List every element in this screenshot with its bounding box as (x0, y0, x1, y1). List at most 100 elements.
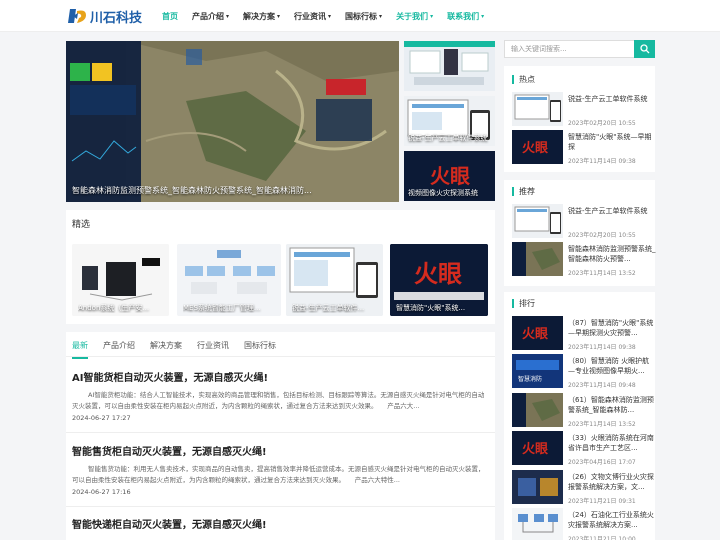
search-placeholder: 输入关键词搜索... (511, 45, 567, 53)
hero-thumb-2[interactable]: 锐益-生产云工单软件系统 (404, 96, 495, 146)
article-excerpt: AI智能货柜功能：结合人工智能技术，实现高效的商品管理和销售，包括目标检测、目标… (72, 391, 485, 410)
card-caption: Andon系统（生产安... (78, 304, 150, 312)
item-date: 2023年02月20日 10:55 (568, 120, 636, 127)
sidebar-list-item[interactable]: 火眼 智慧消防"火眼"系统—早期探 2023年11月14日 09:38 (512, 130, 656, 165)
item-date: 2023年11月14日 09:48 (568, 382, 636, 389)
tabs-divider (66, 356, 495, 357)
chevron-down-icon: ▾ (481, 12, 485, 20)
item-title[interactable]: 智慧消防"火眼"系统—早期探 (568, 132, 656, 152)
item-thumbnail: 火眼 (512, 431, 563, 465)
hero-thumb-1[interactable] (404, 41, 495, 91)
item-date: 2023年11月14日 13:52 (568, 270, 636, 277)
item-thumbnail (512, 508, 563, 540)
card-caption: 智慧消防"火眼"系统... (396, 304, 466, 312)
search-button[interactable] (634, 40, 655, 58)
nav-item[interactable]: 联系我们 ▾ (447, 11, 484, 22)
svg-text:火眼: 火眼 (414, 260, 462, 288)
main-nav: 首页 产品介绍 ▾ 解决方案 ▾ 行业资讯 ▾ 国标行标 ▾ 关于我们 ▾ 联系我们 ▾ (162, 0, 498, 32)
item-thumbnail (512, 204, 563, 238)
hero-caption: 智能森林消防监测预警系统_智能森林防火预警系统_智能森林消防... (72, 186, 312, 195)
hero-map-image (66, 41, 399, 202)
card-caption: 锐益-生产云工单软件... (292, 304, 365, 312)
item-date: 2023年04月16日 17:07 (568, 459, 636, 466)
sidebar-list-item[interactable]: （24）石油化工行业系统火灾报警系统解决方案... 2023年11月21日 10:… (512, 508, 655, 540)
sidebar-list-item[interactable]: 锐益-生产云工单软件系统 2023年02月20日 10:55 (512, 204, 656, 239)
site-header: 川石科技 首页 产品介绍 ▾ 解决方案 ▾ 行业资讯 ▾ 国标行标 ▾ 关于我们 ▾ 联系我们 ▾ (0, 0, 720, 32)
chevron-down-icon: ▾ (430, 12, 434, 20)
svg-text:火眼: 火眼 (522, 442, 549, 457)
item-thumbnail: 火眼 (512, 316, 563, 350)
logo[interactable]: 川石科技 (68, 6, 142, 26)
item-thumbnail: 火眼 (512, 130, 563, 164)
sidebar-list-item[interactable]: 火眼 （87）智慧消防"火眼"系统—早期探测火灾预警... 2023年11月14日 … (512, 316, 656, 351)
ranking-heading: 排行 (512, 298, 535, 309)
articles-panel (66, 332, 495, 540)
item-date: 2023年11月14日 09:38 (568, 344, 636, 351)
article-item-1[interactable]: AI智能货柜自动灭火装置，无源自感灭火绳! AI智能货柜功能：结合人工智能技术，… (72, 369, 488, 422)
chevron-down-icon: ▾ (379, 12, 383, 20)
item-title[interactable]: 锐益-生产云工单软件系统 (568, 94, 656, 104)
article-divider (66, 506, 495, 507)
logo-text: 川石科技 (90, 10, 143, 26)
search-input[interactable]: 输入关键词搜索... (504, 40, 655, 58)
svg-text:智慧消防: 智慧消防 (518, 375, 542, 383)
chevron-down-icon: ▾ (226, 12, 230, 20)
featured-card-1[interactable]: Andon系统（生产安... (72, 244, 169, 316)
thumb-image (404, 41, 495, 91)
item-title[interactable]: （24）石油化工行业系统火灾报警系统解决方案... (568, 510, 656, 530)
chevron-down-icon: ▾ (277, 12, 281, 20)
item-title[interactable]: （61）智能森林消防监测预警系统_智能森林防... (568, 395, 656, 415)
recommend-heading: 推荐 (512, 186, 535, 197)
hot-heading: 热点 (512, 74, 535, 85)
nav-item[interactable]: 关于我们 ▾ (396, 11, 433, 22)
item-date: 2023年11月14日 13:52 (568, 421, 636, 428)
item-date: 2023年11月14日 09:38 (568, 158, 636, 165)
item-date: 2023年11月21日 10:00 (568, 536, 636, 540)
item-thumbnail (512, 92, 563, 126)
nav-item[interactable]: 解决方案 ▾ (243, 11, 280, 22)
item-title[interactable]: （26）文物文博行业火灾探报警系统解决方案，文... (568, 472, 656, 492)
item-thumbnail (512, 242, 563, 276)
hero-thumb-3[interactable]: 火眼 视频图像火灾探测系统 (404, 151, 495, 201)
svg-text:火眼: 火眼 (430, 164, 470, 188)
article-date: 2024-06-27 17:27 (72, 414, 131, 422)
article-item-2[interactable]: 智能售货柜自动灭火装置，无源自感灭火绳! 智能售货功能：利用无人售卖技术，实现商… (72, 443, 488, 496)
thumb-caption: 视频图像火灾探测系统 (408, 189, 478, 197)
article-item-3[interactable]: 智能快递柜自动灭火装置，无源自感灭火绳! (72, 516, 488, 531)
thumb-caption: 锐益-生产云工单软件系统 (408, 134, 488, 142)
article-excerpt: 智能售货功能：利用无人售卖技术，实现商品的自动售卖，提高销售效率并降低运营成本。… (72, 465, 485, 484)
nav-item[interactable]: 国标行标 ▾ (345, 11, 382, 22)
featured-card-4[interactable]: 火眼 智慧消防"火眼"系统... (390, 244, 488, 316)
featured-title: 精选 (72, 220, 91, 230)
search-icon (639, 44, 649, 54)
article-title[interactable]: 智能快递柜自动灭火装置，无源自感灭火绳! (72, 516, 488, 531)
nav-item[interactable]: 产品介绍 ▾ (192, 11, 229, 22)
sidebar-list-item[interactable]: 智慧消防 （80）智慧消防 火眼护航—专业视频图像早期火... 2023年11月14… (512, 354, 656, 389)
item-thumbnail: 智慧消防 (512, 354, 563, 388)
sidebar-list-item[interactable]: （61）智能森林消防监测预警系统_智能森林防... 2023年11月14日 13:… (512, 393, 656, 428)
sidebar-list-item[interactable]: （26）文物文博行业火灾探报警系统解决方案，文... 2023年11月21日 09… (512, 470, 656, 505)
featured-card-2[interactable]: MES系统智能工厂管理... (177, 244, 281, 316)
item-title[interactable]: （33）火眼消防系统在河南省许昌市生产工艺区... (568, 433, 656, 453)
item-date: 2023年02月20日 10:55 (568, 232, 636, 239)
article-title[interactable]: 智能售货柜自动灭火装置，无源自感灭火绳! (72, 443, 488, 458)
item-title[interactable]: 锐益-生产云工单软件系统 (568, 206, 656, 216)
article-title[interactable]: AI智能货柜自动灭火装置，无源自感灭火绳! (72, 369, 488, 384)
hero-slide[interactable]: 智能森林消防监测预警系统_智能森林防火预警系统_智能森林消防... (66, 41, 399, 202)
featured-card-3[interactable]: 锐益-生产云工单软件... (286, 244, 383, 316)
item-title[interactable]: 智能森林消防监测预警系统_智能森林防火预警... (568, 244, 656, 264)
sidebar-list-item[interactable]: 锐益-生产云工单软件系统 2023年02月20日 10:55 (512, 92, 656, 127)
nav-item[interactable]: 首页 (162, 11, 178, 22)
nav-item[interactable]: 行业资讯 ▾ (294, 11, 331, 22)
sidebar-list-item[interactable]: 智能森林消防监测预警系统_智能森林防火预警... 2023年11月14日 13:5… (512, 242, 656, 277)
article-divider (66, 432, 495, 433)
logo-mark-icon (68, 9, 86, 23)
item-title[interactable]: （87）智慧消防"火眼"系统—早期探测火灾预警... (568, 318, 656, 338)
card-caption: MES系统智能工厂管理... (183, 304, 261, 312)
item-thumbnail (512, 470, 563, 504)
svg-text:火眼: 火眼 (522, 327, 549, 342)
article-date: 2024-06-27 17:16 (72, 488, 131, 496)
sidebar-list-item[interactable]: 火眼 （33）火眼消防系统在河南省许昌市生产工艺区... 2023年04月16日 1… (512, 431, 656, 466)
chevron-down-icon: ▾ (328, 12, 332, 20)
item-title[interactable]: （80）智慧消防 火眼护航—专业视频图像早期火... (568, 356, 656, 376)
